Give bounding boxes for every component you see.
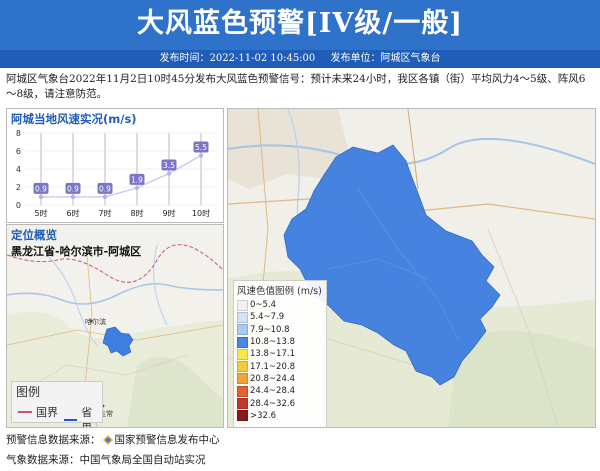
color-legend-item: >32.6 <box>234 410 326 422</box>
national-border-swatch <box>18 411 32 413</box>
data-label: 0.9 <box>67 184 79 193</box>
district-wind-map-panel: 风速色值图例 (m/s) 0~5.4 5.4~7.9 7.9~10.8 10.8~13… <box>227 108 596 428</box>
wind-speed-panel: 阿城当地风速实况(m/s) 0 2 4 6 8 0.9 5时 0.9 6时 0.9 7时 1.9 8时 3… <box>6 108 224 223</box>
value-stem <box>72 133 74 205</box>
publisher: 发布单位：阿城区气象台 <box>330 53 441 64</box>
color-swatch <box>237 348 248 360</box>
data-point <box>70 194 76 200</box>
data-point <box>38 194 44 200</box>
legend-label: 国界 <box>36 406 58 419</box>
color-swatch <box>237 324 248 336</box>
y-tick-label: 6 <box>16 147 21 156</box>
color-legend-item: 7.9~10.8 <box>234 324 326 336</box>
x-tick-label: 8时 <box>130 208 143 218</box>
warning-source-line: 预警信息数据来源： 国家预警信息发布中心 <box>6 432 220 447</box>
color-swatch <box>237 336 248 348</box>
data-label: 0.9 <box>99 184 111 193</box>
warning-source-label: 预警信息数据来源： <box>6 434 101 446</box>
map-label-harbin: 哈尔滨 <box>85 318 106 326</box>
y-tick-label: 8 <box>16 129 21 138</box>
color-legend-label: 13.8~17.1 <box>250 349 295 360</box>
color-swatch <box>237 299 248 311</box>
color-legend-label: >32.6 <box>250 410 277 421</box>
y-tick-label: 4 <box>16 165 21 174</box>
x-tick-label: 6时 <box>66 208 79 218</box>
province-border-swatch <box>64 419 78 421</box>
color-legend-label: 24.4~28.4 <box>250 386 295 397</box>
color-legend-label: 28.4~32.6 <box>250 398 295 409</box>
location-panel-title: 定位概览 <box>11 228 57 242</box>
color-legend-item: 5.4~7.9 <box>234 311 326 323</box>
value-stem <box>104 133 106 205</box>
color-swatch <box>237 398 248 410</box>
color-legend-label: 17.1~20.8 <box>250 361 295 372</box>
color-legend-title: 风速色值图例 (m/s) <box>237 286 322 297</box>
x-tick-label: 9时 <box>162 208 175 218</box>
wind-speed-chart: 0 2 4 6 8 0.9 5时 0.9 6时 0.9 7时 1.9 8时 3.5 9时 5.5 10时 <box>16 129 217 218</box>
legend-label: 省界 <box>81 406 93 427</box>
data-label: 3.5 <box>163 161 175 170</box>
color-legend-item: 10.8~13.8 <box>234 336 326 348</box>
color-legend-item: 28.4~32.6 <box>234 397 326 410</box>
color-legend-item: 0~5.4 <box>234 299 326 311</box>
boundary-legend-title: 图例 <box>16 385 41 399</box>
color-swatch <box>237 385 248 397</box>
publish-time: 发布时间：2022-11-02 10:45:00 <box>159 53 316 64</box>
data-label: 1.9 <box>131 175 143 184</box>
color-swatch <box>237 361 248 373</box>
data-point <box>102 194 108 200</box>
data-point <box>134 185 140 191</box>
y-tick-label: 2 <box>16 183 21 192</box>
y-tick-label: 0 <box>16 201 21 210</box>
data-label: 5.5 <box>195 143 207 152</box>
legend-item-national-border: 国界 <box>18 404 58 420</box>
warning-center-logo-icon <box>102 435 113 445</box>
color-legend-item: 24.4~28.4 <box>234 385 326 397</box>
warning-notice-text: 阿城区气象台2022年11月2日10时45分发布大风蓝色预警信号：预计未来24小… <box>6 73 586 100</box>
color-legend-item: 13.8~17.1 <box>234 348 326 360</box>
x-tick-label: 10时 <box>192 208 210 218</box>
x-tick-label: 7时 <box>98 208 111 218</box>
legend-item-province-border: 省界 <box>64 404 102 427</box>
color-legend-label: 20.8~24.4 <box>250 373 295 384</box>
header-banner: 大风蓝色预警[IV级/一般] 发布时间：2022-11-02 10:45:00 … <box>0 0 600 68</box>
color-legend-label: 7.9~10.8 <box>250 324 290 335</box>
warning-source-value: 国家预警信息发布中心 <box>114 434 220 446</box>
color-swatch <box>237 410 248 422</box>
value-stem <box>136 133 138 205</box>
wind-series-line <box>41 154 202 198</box>
color-legend-label: 0~5.4 <box>250 300 277 311</box>
value-stem <box>40 133 42 205</box>
x-tick-label: 5时 <box>34 208 47 218</box>
color-legend-label: 10.8~13.8 <box>250 337 295 348</box>
color-legend-item: 17.1~20.8 <box>234 360 326 373</box>
data-point <box>198 153 204 158</box>
wind-color-legend: 风速色值图例 (m/s) 0~5.4 5.4~7.9 7.9~10.8 10.8~13… <box>233 280 327 427</box>
data-label: 0.9 <box>35 184 47 193</box>
boundary-legend: 图例 国界 省界 <box>11 381 103 427</box>
publish-info-bar: 发布时间：2022-11-02 10:45:00 发布单位：阿城区气象台 <box>0 50 600 68</box>
page-title: 大风蓝色预警[IV级/一般] <box>137 8 463 39</box>
location-region-path: 黑龙江省-哈尔滨市-阿城区 <box>11 245 142 258</box>
weather-source-line: 气象数据来源：中国气象局全国自动站实况 <box>6 454 206 466</box>
color-swatch <box>237 311 248 323</box>
data-point <box>166 171 172 176</box>
location-overview-panel: 定位概览 黑龙江省-哈尔滨市-阿城区 哈尔滨 五常 图例 国界 省界 <box>6 224 224 428</box>
color-legend-item: 20.8~24.4 <box>234 373 326 385</box>
color-legend-label: 5.4~7.9 <box>250 312 285 323</box>
color-swatch <box>237 373 248 385</box>
